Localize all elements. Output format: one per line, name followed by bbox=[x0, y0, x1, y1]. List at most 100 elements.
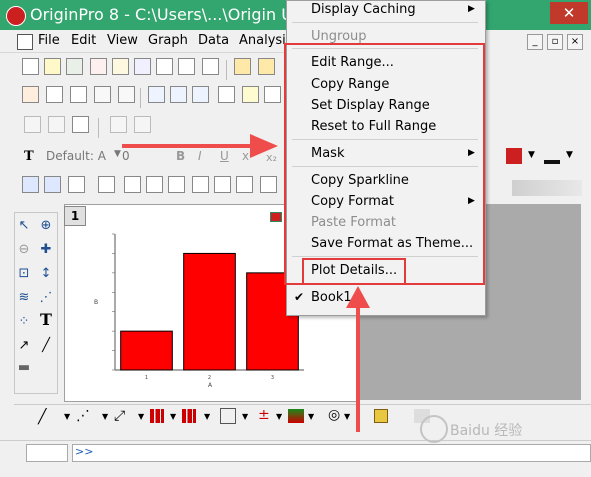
command-window-icon[interactable] bbox=[192, 86, 209, 103]
italic-button[interactable]: I bbox=[198, 149, 202, 163]
dropdown-icon[interactable]: ▼ bbox=[64, 412, 70, 421]
stacked-column-icon[interactable] bbox=[182, 409, 196, 423]
style-toolbar-icons[interactable] bbox=[512, 180, 582, 196]
zoom-out-icon[interactable] bbox=[44, 176, 61, 193]
dropdown-icon[interactable]: ▼ bbox=[138, 412, 144, 421]
column-plot-icon[interactable] bbox=[150, 409, 164, 423]
polar-plot-icon[interactable]: ◎ bbox=[328, 407, 340, 423]
dropdown-icon[interactable]: ▼ bbox=[204, 412, 210, 421]
line-tool-icon[interactable]: ╱ bbox=[38, 338, 54, 354]
dropdown-icon[interactable]: ▼ bbox=[242, 412, 248, 421]
dropdown-icon[interactable]: ▼ bbox=[102, 412, 108, 421]
import-multiple-icon[interactable] bbox=[46, 86, 63, 103]
font-size-select[interactable]: 0 bbox=[122, 149, 130, 163]
new-matrix-icon[interactable] bbox=[112, 58, 129, 75]
axis-left-icon[interactable] bbox=[214, 176, 231, 193]
fill-color-icon[interactable] bbox=[506, 148, 522, 164]
bar-2[interactable] bbox=[183, 252, 236, 371]
new-workbook-icon[interactable] bbox=[44, 58, 61, 75]
paste-icon[interactable] bbox=[72, 116, 89, 133]
command-input[interactable]: >> bbox=[72, 444, 591, 462]
open-folder-icon[interactable] bbox=[234, 58, 251, 75]
refresh-icon[interactable] bbox=[264, 86, 281, 103]
line-color-icon[interactable] bbox=[544, 148, 560, 164]
cut-icon[interactable] bbox=[24, 116, 41, 133]
copy-icon[interactable] bbox=[48, 116, 65, 133]
close-button[interactable]: ✕ bbox=[550, 2, 588, 24]
results-log-icon[interactable] bbox=[170, 86, 187, 103]
font-dropdown-icon[interactable]: ▼ bbox=[114, 149, 121, 159]
origin-app-icon[interactable] bbox=[6, 6, 26, 26]
draw-data-tool-icon[interactable]: ≋ bbox=[16, 290, 32, 306]
document-icon[interactable] bbox=[17, 34, 33, 50]
print-icon[interactable] bbox=[118, 86, 135, 103]
scatter-icon[interactable] bbox=[98, 176, 115, 193]
new-project-icon[interactable] bbox=[22, 58, 39, 75]
rectangle-tool-icon[interactable]: ▬ bbox=[16, 360, 32, 376]
layer-4-icon[interactable] bbox=[192, 176, 209, 193]
whole-page-icon[interactable] bbox=[68, 176, 85, 193]
menu-graph[interactable]: Graph bbox=[148, 33, 188, 48]
new-excel-icon[interactable] bbox=[66, 58, 83, 75]
new-graph-icon[interactable] bbox=[90, 58, 107, 75]
code-builder-icon[interactable] bbox=[218, 86, 235, 103]
dropdown-icon[interactable]: ▼ bbox=[308, 412, 314, 421]
menu-data[interactable]: Data bbox=[198, 33, 229, 48]
layer-management-icon[interactable] bbox=[242, 86, 259, 103]
project-explorer-icon[interactable] bbox=[148, 86, 165, 103]
menu-view[interactable]: View bbox=[107, 33, 138, 48]
import-wizard-icon[interactable] bbox=[70, 86, 87, 103]
mdi-close-button[interactable]: × bbox=[567, 34, 583, 50]
axis-box-icon[interactable] bbox=[260, 176, 277, 193]
error-bar-icon[interactable]: ± bbox=[258, 407, 270, 423]
mask-tool-icon[interactable]: ⋰ bbox=[38, 290, 54, 306]
line-symbol-plot-icon[interactable]: ⤢ bbox=[114, 408, 125, 424]
layer-2-icon[interactable] bbox=[146, 176, 163, 193]
menu-item-ungroup: Ungroup bbox=[311, 29, 367, 44]
data-selector-tool-icon[interactable]: ↕ bbox=[38, 266, 54, 282]
new-function-icon[interactable] bbox=[134, 58, 151, 75]
zoom-tool-icon[interactable]: ⊕ bbox=[38, 218, 54, 234]
add-layer-icon[interactable] bbox=[110, 116, 127, 133]
menu-item-display-caching[interactable]: Display Caching bbox=[311, 2, 416, 17]
mdi-minimize-button[interactable]: _ bbox=[527, 34, 543, 50]
bold-button[interactable]: B bbox=[176, 149, 185, 163]
zoom-out-tool-icon[interactable]: ⊖ bbox=[16, 242, 32, 258]
new-layout-icon[interactable] bbox=[156, 58, 173, 75]
command-history[interactable] bbox=[26, 444, 68, 462]
menu-edit[interactable]: Edit bbox=[71, 33, 96, 48]
text-tool-icon[interactable]: T bbox=[38, 312, 54, 328]
mdi-restore-button[interactable]: ▫ bbox=[547, 34, 563, 50]
data-reader-tool-icon[interactable]: ⊡ bbox=[16, 266, 32, 282]
layer-1-icon[interactable] bbox=[124, 176, 141, 193]
dropdown-icon[interactable]: ▼ bbox=[170, 412, 176, 421]
pointer-tool-icon[interactable]: ↖ bbox=[16, 218, 32, 234]
underline-button[interactable]: U bbox=[220, 149, 229, 163]
merge-layers-icon[interactable] bbox=[134, 116, 151, 133]
font-name-select[interactable]: Default: A bbox=[46, 149, 112, 163]
bar-1[interactable] bbox=[120, 330, 173, 371]
scatter-plot-icon[interactable]: ⋰ bbox=[76, 408, 90, 424]
line-plot-icon[interactable]: ╱ bbox=[38, 409, 46, 425]
menu-separator bbox=[292, 22, 478, 23]
import-ascii-icon[interactable] bbox=[22, 86, 39, 103]
axis-right-icon[interactable] bbox=[236, 176, 253, 193]
fill-color-dropdown-icon[interactable]: ▼ bbox=[528, 150, 535, 160]
line-color-dropdown-icon[interactable]: ▼ bbox=[566, 150, 573, 160]
open-template-icon[interactable] bbox=[258, 58, 275, 75]
new-page-icon[interactable] bbox=[202, 58, 219, 75]
menu-file[interactable]: File bbox=[38, 33, 60, 48]
new-notes-icon[interactable] bbox=[178, 58, 195, 75]
area-plot-icon[interactable] bbox=[288, 409, 304, 423]
arrow-head-icon bbox=[346, 286, 370, 308]
screen-reader-tool-icon[interactable]: ✚ bbox=[38, 242, 54, 258]
layer-3-icon[interactable] bbox=[168, 176, 185, 193]
region-tool-icon[interactable]: ⁘ bbox=[16, 314, 32, 330]
3d-plot-icon[interactable] bbox=[374, 409, 388, 423]
recalculate-icon[interactable] bbox=[94, 86, 111, 103]
dropdown-icon[interactable]: ▼ bbox=[344, 412, 350, 421]
dropdown-icon[interactable]: ▼ bbox=[276, 412, 282, 421]
arrow-tool-icon[interactable]: ↗ bbox=[16, 338, 32, 354]
template-plot-icon[interactable] bbox=[220, 408, 236, 424]
zoom-in-icon[interactable] bbox=[22, 176, 39, 193]
